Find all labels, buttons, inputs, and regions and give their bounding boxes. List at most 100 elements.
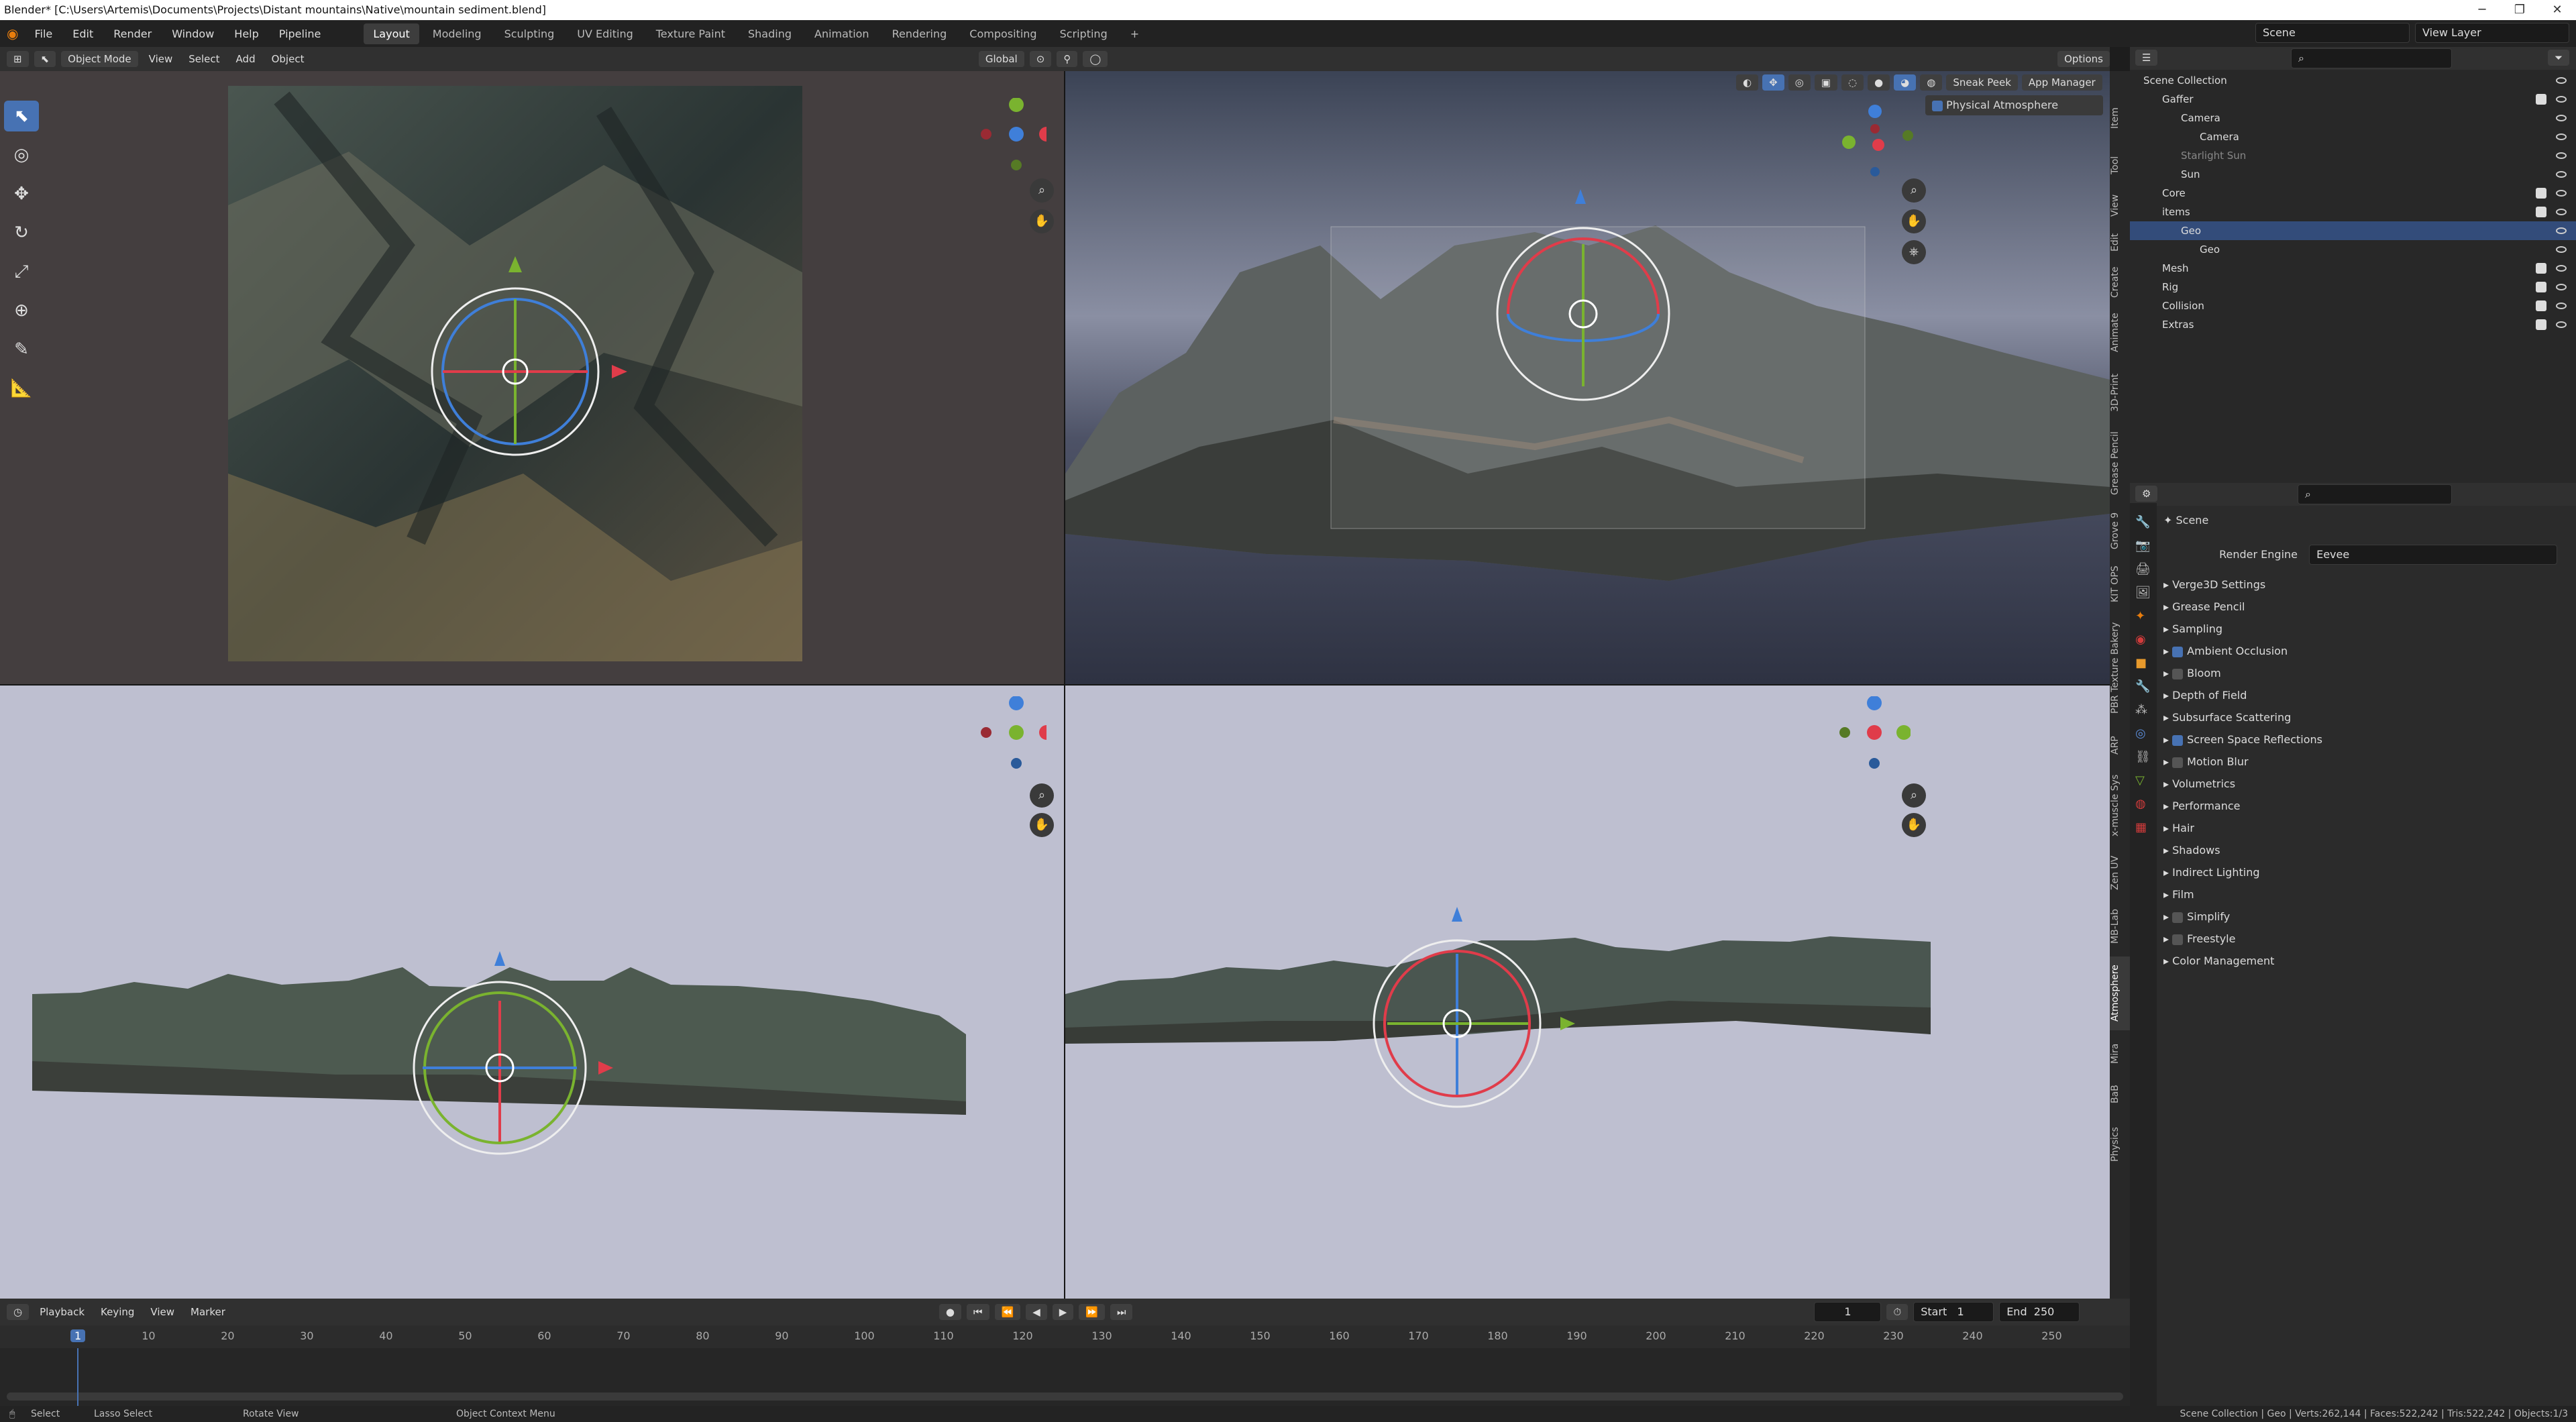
properties-panel-header[interactable]: ▸ Depth of Field [2163,686,2566,706]
viewport-divider-horizontal[interactable] [0,684,2110,686]
ntab-edit[interactable]: Edit [2110,222,2130,262]
panel-expand-icon[interactable]: ▸ [2163,622,2172,635]
render-engine-dropdown[interactable]: Eevee [2309,545,2558,565]
outliner-search-input[interactable]: ⌕ [2291,48,2452,68]
properties-panel-header[interactable]: ▸ Grease Pencil [2163,597,2566,617]
menu-file[interactable]: File [26,25,60,43]
play-icon[interactable]: ▶ [1052,1304,1074,1320]
ntab-zen-uv[interactable]: Zen UV [2110,849,2130,896]
workspace-tab-shading[interactable]: Shading [739,23,801,44]
viewport-menu-add[interactable]: Add [231,51,261,67]
close-button[interactable]: ✕ [2538,0,2576,20]
properties-search-input[interactable]: ⌕ [2298,484,2452,504]
panel-expand-icon[interactable]: ▸ [2163,822,2172,834]
exclude-checkbox[interactable] [2536,319,2546,330]
viewport-top-left[interactable]: ⌕ ✋ [0,71,1064,684]
ntab-kit-ops[interactable]: KIT OPS [2110,561,2130,608]
menu-pipeline[interactable]: Pipeline [271,25,329,43]
panel-expand-icon[interactable]: ▸ [2163,711,2172,724]
ntab-animate[interactable]: Animate [2110,306,2130,360]
menu-help[interactable]: Help [226,25,266,43]
panel-expand-icon[interactable]: ▸ [2163,667,2172,679]
visibility-eye-icon[interactable] [2556,321,2567,328]
visibility-eye-icon[interactable] [2556,227,2567,234]
select-mode-icon[interactable]: ⬉ [34,51,56,67]
play-reverse-icon[interactable]: ◀ [1026,1304,1047,1320]
visibility-eye-icon[interactable] [2556,115,2567,121]
panel-expand-icon[interactable]: ▸ [2163,578,2172,591]
panel-expand-icon[interactable]: ▸ [2163,800,2172,812]
outliner-row[interactable]: Starlight Sun [2130,146,2576,165]
panel-enable-checkbox[interactable] [2172,646,2184,657]
ntab-pbr-texture-bakery[interactable]: PBR Texture Bakery [2110,614,2130,722]
outliner-row[interactable]: Extras [2130,315,2576,334]
pan-hand-icon[interactable]: ✋ [1030,209,1054,233]
exclude-checkbox[interactable] [2536,94,2546,105]
outliner-row[interactable]: Camera [2130,127,2576,146]
options-dropdown[interactable]: Options [2057,51,2110,67]
workspace-tab-compositing[interactable]: Compositing [960,23,1046,44]
zoom-icon[interactable]: ⌕ [1902,178,1926,203]
viewport-bottom-right[interactable]: ⌕ ✋ [1065,686,2110,1299]
xray-icon[interactable]: ▣ [1814,74,1837,91]
workspace-tab-layout[interactable]: Layout [364,23,419,44]
panel-expand-icon[interactable]: ▸ [2163,910,2172,923]
scene-selector[interactable]: Scene [2255,23,2410,43]
workspace-tab-animation[interactable]: Animation [805,23,879,44]
snap-icon[interactable]: ⚲ [1057,51,1078,67]
outliner-row[interactable]: Core [2130,184,2576,203]
panel-expand-icon[interactable]: ▸ [2163,844,2172,857]
navigation-gizmo[interactable] [973,98,1046,178]
timeline-menu-keying[interactable]: Keying [95,1304,140,1320]
properties-panel-header[interactable]: ▸ Simplify [2163,907,2566,927]
output-tab-icon[interactable]: 🖨 [2135,562,2151,576]
scale-tool[interactable]: ⤢ [4,256,39,287]
timeline-menu-playback[interactable]: Playback [34,1304,90,1320]
properties-panel-header[interactable]: ▸ Bloom [2163,663,2566,683]
properties-panel-header[interactable]: ▸ Shadows [2163,840,2566,861]
ntab-bab[interactable]: BaB [2110,1077,2130,1111]
object-mode-dropdown[interactable]: Object Mode [61,51,138,67]
measure-tool[interactable]: 📐 [4,373,39,404]
prev-keyframe-icon[interactable]: ⏪ [994,1304,1021,1320]
gizmo-toggle-icon[interactable]: ✥ [1762,74,1784,91]
exclude-checkbox[interactable] [2536,263,2546,274]
outliner-row[interactable]: Sun [2130,165,2576,184]
visibility-eye-icon[interactable] [2556,303,2567,309]
menu-window[interactable]: Window [164,25,222,43]
panel-expand-icon[interactable]: ▸ [2163,755,2172,768]
workspace-tab-uv-editing[interactable]: UV Editing [568,23,642,44]
modifier-tab-icon[interactable]: 🔧 [2135,679,2151,694]
minimize-button[interactable]: ─ [2463,0,2501,20]
pan-hand-icon[interactable]: ✋ [1902,813,1926,837]
render-tab-icon[interactable]: 📷 [2135,539,2151,553]
ntab-tool[interactable]: Tool [2110,145,2130,185]
panel-expand-icon[interactable]: ▸ [2163,600,2172,613]
shading-rendered-icon[interactable]: ◍ [1920,74,1943,91]
properties-panel-header[interactable]: ▸ Color Management [2163,951,2566,971]
workspace-tab-modeling[interactable]: Modeling [423,23,491,44]
physical-atmosphere-panel[interactable]: Physical Atmosphere [1925,95,2103,115]
shading-solid-icon[interactable]: ● [1868,74,1890,91]
ntab-grove[interactable]: Grove 9 [2110,507,2130,554]
properties-panel-header[interactable]: ▸ Verge3D Settings [2163,575,2566,595]
visibility-eye-icon[interactable] [2556,133,2567,140]
viewport-bottom-left[interactable]: ⌕ ✋ [0,686,1064,1299]
navigation-gizmo[interactable] [973,696,1046,777]
ntab-view[interactable]: View [2110,185,2130,225]
record-keyframe-icon[interactable]: ● [938,1304,961,1320]
properties-panel-header[interactable]: ▸ Performance [2163,796,2566,816]
exclude-checkbox[interactable] [2536,282,2546,292]
exclude-checkbox[interactable] [2536,207,2546,217]
ntab-x-muscle[interactable]: x-muscle Sys [2110,769,2130,842]
view-layer-tab-icon[interactable]: 🖼 [2135,586,2151,600]
outliner-row[interactable]: Collision [2130,296,2576,315]
menu-edit[interactable]: Edit [64,25,101,43]
move-tool[interactable]: ✥ [4,178,39,209]
properties-panel-header[interactable]: ▸ Volumetrics [2163,774,2566,794]
workspace-tab-texture-paint[interactable]: Texture Paint [647,23,735,44]
next-keyframe-icon[interactable]: ⏩ [1079,1304,1105,1320]
outliner-filter-icon[interactable]: ⏷ [2547,50,2569,66]
viewport-top-right[interactable]: ◐ ✥ ◎ ▣ ◌ ● ◕ ◍ Sneak Peek App Manager P… [1065,71,2110,684]
panel-expand-icon[interactable]: ▸ [2163,954,2172,967]
